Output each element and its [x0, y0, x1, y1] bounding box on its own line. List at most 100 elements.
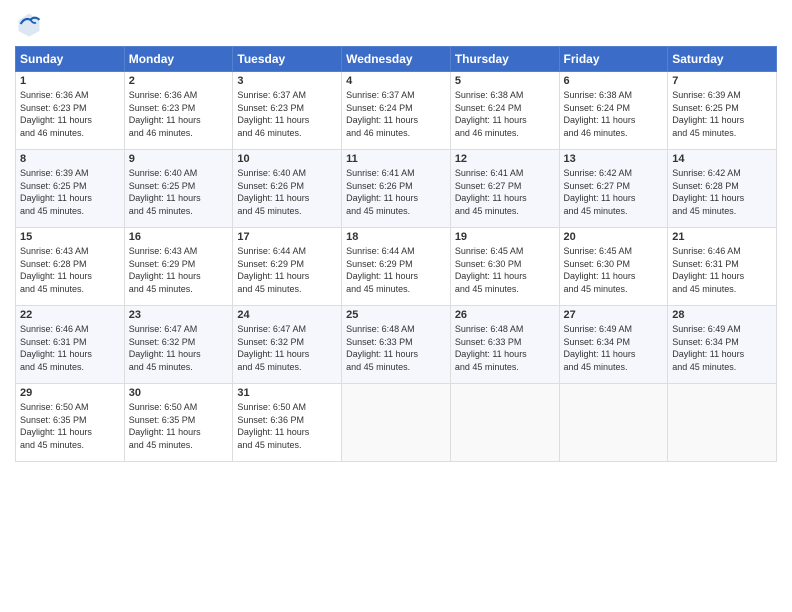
day-info: Sunrise: 6:45 AM Sunset: 6:30 PM Dayligh…	[564, 245, 664, 295]
calendar-cell: 21 Sunrise: 6:46 AM Sunset: 6:31 PM Dayli…	[668, 228, 777, 306]
day-number: 27	[564, 309, 664, 321]
calendar-cell: 12 Sunrise: 6:41 AM Sunset: 6:27 PM Dayli…	[450, 150, 559, 228]
day-number: 8	[20, 153, 120, 165]
day-info: Sunrise: 6:48 AM Sunset: 6:33 PM Dayligh…	[455, 323, 555, 373]
day-info: Sunrise: 6:47 AM Sunset: 6:32 PM Dayligh…	[129, 323, 229, 373]
day-info: Sunrise: 6:44 AM Sunset: 6:29 PM Dayligh…	[237, 245, 337, 295]
day-number: 19	[455, 231, 555, 243]
day-info: Sunrise: 6:50 AM Sunset: 6:36 PM Dayligh…	[237, 401, 337, 451]
calendar-cell: 14 Sunrise: 6:42 AM Sunset: 6:28 PM Dayli…	[668, 150, 777, 228]
logo	[15, 10, 47, 38]
calendar-cell: 20 Sunrise: 6:45 AM Sunset: 6:30 PM Dayli…	[559, 228, 668, 306]
col-monday: Monday	[124, 47, 233, 72]
day-number: 1	[20, 75, 120, 87]
calendar-cell: 26 Sunrise: 6:48 AM Sunset: 6:33 PM Dayli…	[450, 306, 559, 384]
calendar-cell: 10 Sunrise: 6:40 AM Sunset: 6:26 PM Dayli…	[233, 150, 342, 228]
generalblue-icon	[15, 10, 43, 38]
day-info: Sunrise: 6:50 AM Sunset: 6:35 PM Dayligh…	[129, 401, 229, 451]
calendar-cell: 2 Sunrise: 6:36 AM Sunset: 6:23 PM Daylig…	[124, 72, 233, 150]
day-info: Sunrise: 6:37 AM Sunset: 6:23 PM Dayligh…	[237, 89, 337, 139]
calendar-cell: 6Sunrise: 6:38 AM Sunset: 6:24 PM Daylig…	[559, 72, 668, 150]
calendar-cell: 9 Sunrise: 6:40 AM Sunset: 6:25 PM Daylig…	[124, 150, 233, 228]
day-number: 17	[237, 231, 337, 243]
day-info: Sunrise: 6:42 AM Sunset: 6:27 PM Dayligh…	[564, 167, 664, 217]
day-info: Sunrise: 6:36 AM Sunset: 6:23 PM Dayligh…	[20, 89, 120, 139]
day-info: Sunrise: 6:43 AM Sunset: 6:28 PM Dayligh…	[20, 245, 120, 295]
day-number: 15	[20, 231, 120, 243]
calendar-week-4: 22Sunrise: 6:46 AM Sunset: 6:31 PM Dayli…	[16, 306, 777, 384]
calendar-cell	[450, 384, 559, 462]
calendar-table: Sunday Monday Tuesday Wednesday Thursday…	[15, 46, 777, 462]
calendar-cell: 15 Sunrise: 6:43 AM Sunset: 6:28 PM Dayli…	[16, 228, 125, 306]
calendar-week-1: 1 Sunrise: 6:36 AM Sunset: 6:23 PM Daylig…	[16, 72, 777, 150]
calendar-cell: 30 Sunrise: 6:50 AM Sunset: 6:35 PM Dayli…	[124, 384, 233, 462]
day-info: Sunrise: 6:36 AM Sunset: 6:23 PM Dayligh…	[129, 89, 229, 139]
calendar-cell: 3 Sunrise: 6:37 AM Sunset: 6:23 PM Daylig…	[233, 72, 342, 150]
calendar-cell: 7 Sunrise: 6:39 AM Sunset: 6:25 PM Daylig…	[668, 72, 777, 150]
calendar-week-2: 8 Sunrise: 6:39 AM Sunset: 6:25 PM Daylig…	[16, 150, 777, 228]
day-number: 16	[129, 231, 229, 243]
day-number: 18	[346, 231, 446, 243]
day-info: Sunrise: 6:39 AM Sunset: 6:25 PM Dayligh…	[20, 167, 120, 217]
calendar-cell: 1 Sunrise: 6:36 AM Sunset: 6:23 PM Daylig…	[16, 72, 125, 150]
calendar-week-5: 29 Sunrise: 6:50 AM Sunset: 6:35 PM Dayli…	[16, 384, 777, 462]
day-number: 9	[129, 153, 229, 165]
day-number: 24	[237, 309, 337, 321]
day-info: Sunrise: 6:47 AM Sunset: 6:32 PM Dayligh…	[237, 323, 337, 373]
day-number: 29	[20, 387, 120, 399]
day-number: 21	[672, 231, 772, 243]
day-number: 25	[346, 309, 446, 321]
day-info: Sunrise: 6:49 AM Sunset: 6:34 PM Dayligh…	[672, 323, 772, 373]
calendar-cell: 4Sunrise: 6:37 AM Sunset: 6:24 PM Daylig…	[342, 72, 451, 150]
calendar-cell: 27Sunrise: 6:49 AM Sunset: 6:34 PM Dayli…	[559, 306, 668, 384]
day-info: Sunrise: 6:40 AM Sunset: 6:26 PM Dayligh…	[237, 167, 337, 217]
day-number: 20	[564, 231, 664, 243]
day-info: Sunrise: 6:41 AM Sunset: 6:27 PM Dayligh…	[455, 167, 555, 217]
calendar-cell: 22Sunrise: 6:46 AM Sunset: 6:31 PM Dayli…	[16, 306, 125, 384]
day-info: Sunrise: 6:44 AM Sunset: 6:29 PM Dayligh…	[346, 245, 446, 295]
day-info: Sunrise: 6:42 AM Sunset: 6:28 PM Dayligh…	[672, 167, 772, 217]
col-sunday: Sunday	[16, 47, 125, 72]
col-saturday: Saturday	[668, 47, 777, 72]
day-info: Sunrise: 6:43 AM Sunset: 6:29 PM Dayligh…	[129, 245, 229, 295]
page: Sunday Monday Tuesday Wednesday Thursday…	[0, 0, 792, 612]
day-number: 7	[672, 75, 772, 87]
day-number: 3	[237, 75, 337, 87]
col-thursday: Thursday	[450, 47, 559, 72]
header	[15, 10, 777, 38]
day-number: 2	[129, 75, 229, 87]
day-info: Sunrise: 6:46 AM Sunset: 6:31 PM Dayligh…	[672, 245, 772, 295]
col-wednesday: Wednesday	[342, 47, 451, 72]
day-info: Sunrise: 6:40 AM Sunset: 6:25 PM Dayligh…	[129, 167, 229, 217]
calendar-cell: 31 Sunrise: 6:50 AM Sunset: 6:36 PM Dayli…	[233, 384, 342, 462]
day-number: 14	[672, 153, 772, 165]
day-info: Sunrise: 6:37 AM Sunset: 6:24 PM Dayligh…	[346, 89, 446, 139]
calendar-cell: 24 Sunrise: 6:47 AM Sunset: 6:32 PM Dayli…	[233, 306, 342, 384]
day-number: 26	[455, 309, 555, 321]
day-number: 30	[129, 387, 229, 399]
calendar-cell: 28Sunrise: 6:49 AM Sunset: 6:34 PM Dayli…	[668, 306, 777, 384]
calendar-cell: 23Sunrise: 6:47 AM Sunset: 6:32 PM Dayli…	[124, 306, 233, 384]
day-info: Sunrise: 6:48 AM Sunset: 6:33 PM Dayligh…	[346, 323, 446, 373]
col-tuesday: Tuesday	[233, 47, 342, 72]
day-number: 6	[564, 75, 664, 87]
day-info: Sunrise: 6:46 AM Sunset: 6:31 PM Dayligh…	[20, 323, 120, 373]
day-number: 10	[237, 153, 337, 165]
calendar-cell: 25 Sunrise: 6:48 AM Sunset: 6:33 PM Dayli…	[342, 306, 451, 384]
day-number: 12	[455, 153, 555, 165]
calendar-cell: 19 Sunrise: 6:45 AM Sunset: 6:30 PM Dayli…	[450, 228, 559, 306]
calendar-cell: 8 Sunrise: 6:39 AM Sunset: 6:25 PM Daylig…	[16, 150, 125, 228]
day-number: 13	[564, 153, 664, 165]
calendar-cell: 5Sunrise: 6:38 AM Sunset: 6:24 PM Daylig…	[450, 72, 559, 150]
calendar-cell: 13 Sunrise: 6:42 AM Sunset: 6:27 PM Dayli…	[559, 150, 668, 228]
day-number: 5	[455, 75, 555, 87]
day-info: Sunrise: 6:45 AM Sunset: 6:30 PM Dayligh…	[455, 245, 555, 295]
calendar-cell	[668, 384, 777, 462]
day-info: Sunrise: 6:39 AM Sunset: 6:25 PM Dayligh…	[672, 89, 772, 139]
calendar-cell	[559, 384, 668, 462]
day-number: 31	[237, 387, 337, 399]
calendar-cell: 29Sunrise: 6:50 AM Sunset: 6:35 PM Dayli…	[16, 384, 125, 462]
col-friday: Friday	[559, 47, 668, 72]
calendar-cell	[342, 384, 451, 462]
day-info: Sunrise: 6:41 AM Sunset: 6:26 PM Dayligh…	[346, 167, 446, 217]
